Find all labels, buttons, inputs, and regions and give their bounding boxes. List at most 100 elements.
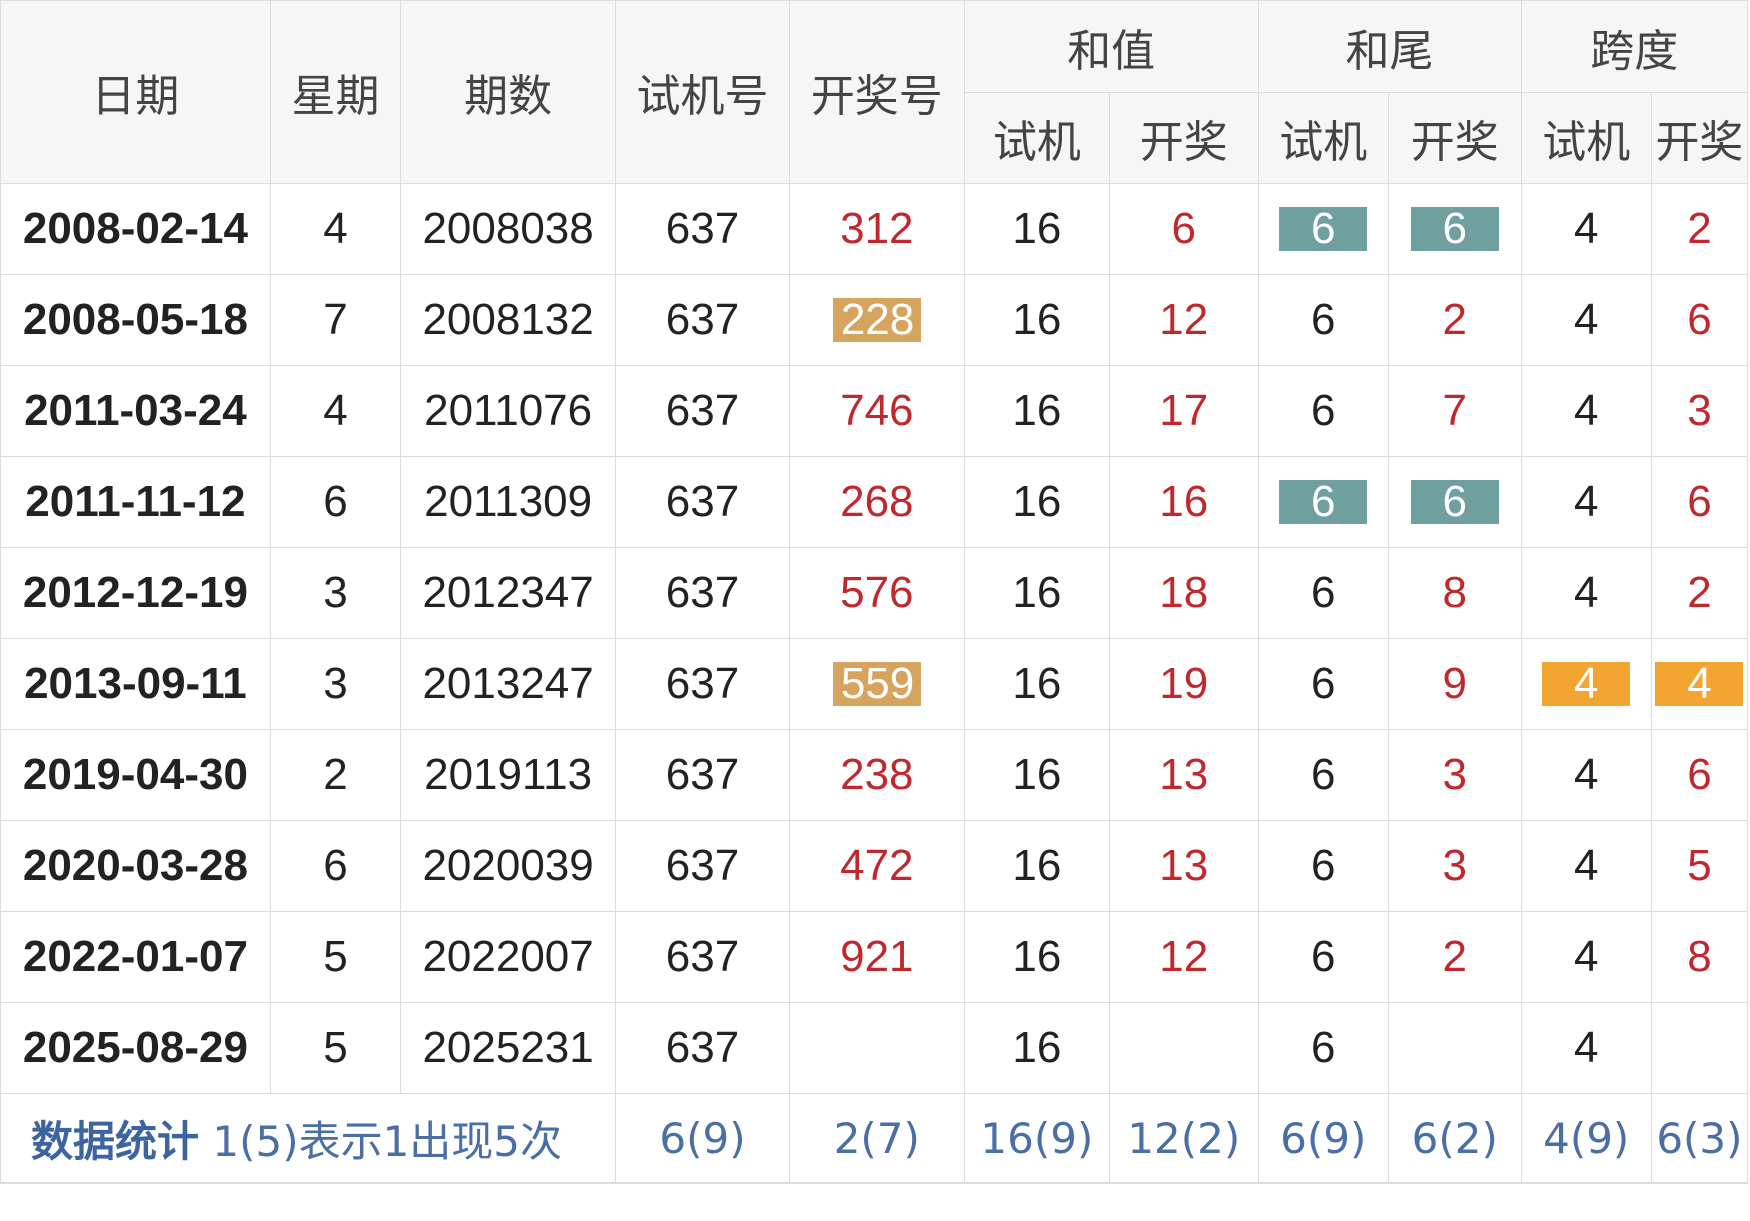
cell-tail-trial: 6 — [1257, 729, 1389, 821]
stats-tail-draw: 6(2) — [1387, 1093, 1522, 1184]
cell-sum-draw: 13 — [1108, 729, 1259, 821]
cell-span-trial: 4 — [1520, 820, 1652, 912]
cell-sum-trial: 16 — [963, 820, 1110, 912]
cell-issue: 2019113 — [400, 729, 617, 821]
cell-trial: 637 — [615, 729, 790, 821]
cell-tail-draw: 9 — [1387, 638, 1522, 730]
cell-draw: 921 — [788, 911, 965, 1003]
match-badge: 6 — [1410, 480, 1499, 524]
cell-draw: 238 — [788, 729, 965, 821]
stats-title: 数据统计 — [31, 1116, 200, 1166]
cell-tail-trial: 6 — [1257, 456, 1389, 548]
cell-tail-draw: 3 — [1387, 729, 1522, 821]
header-trial-number[interactable]: 试机号 — [615, 0, 790, 184]
header-issue[interactable]: 期数 — [400, 0, 617, 184]
cell-trial: 637 — [615, 456, 790, 548]
table-header: 日期 星期 期数 试机号 开奖号 和值 和尾 跨度 试机 开奖 试机 开奖 试机… — [0, 0, 1749, 184]
cell-span-draw: 3 — [1650, 365, 1749, 457]
cell-weekday: 3 — [269, 638, 402, 730]
cell-sum-trial: 16 — [963, 365, 1110, 457]
cell-span-trial: 4 — [1520, 183, 1652, 275]
cell-tail-trial: 6 — [1257, 547, 1389, 639]
table-row: 2008-02-14 4 2008038 637 312 16 6 6 6 4 … — [0, 183, 1749, 275]
header-span-trial[interactable]: 试机 — [1520, 92, 1652, 184]
stats-tail-trial: 6(9) — [1257, 1093, 1389, 1184]
cell-span-trial: 4 — [1520, 911, 1652, 1003]
cell-tail-draw: 7 — [1387, 365, 1522, 457]
cell-weekday: 6 — [269, 456, 402, 548]
highlight-badge: 559 — [832, 662, 921, 706]
header-sum-draw[interactable]: 开奖 — [1108, 92, 1259, 184]
cell-weekday: 5 — [269, 911, 402, 1003]
cell-draw: 472 — [788, 820, 965, 912]
cell-trial: 637 — [615, 547, 790, 639]
cell-span-trial: 4 — [1520, 365, 1652, 457]
cell-tail-draw: 2 — [1387, 274, 1522, 366]
cell-span-draw: 8 — [1650, 911, 1749, 1003]
cell-sum-draw: 19 — [1108, 638, 1259, 730]
stats-span-trial: 4(9) — [1520, 1093, 1652, 1184]
cell-span-trial: 4 — [1520, 456, 1652, 548]
cell-date: 2019-04-30 — [0, 729, 271, 821]
cell-draw: 746 — [788, 365, 965, 457]
cell-sum-trial: 16 — [963, 638, 1110, 730]
header-span-draw[interactable]: 开奖 — [1650, 92, 1749, 184]
cell-sum-draw — [1108, 1002, 1259, 1094]
stats-sum-trial: 16(9) — [963, 1093, 1110, 1184]
header-sum: 和值 — [963, 0, 1259, 93]
cell-trial: 637 — [615, 820, 790, 912]
table-row: 2011-03-24 4 2011076 637 746 16 17 6 7 4… — [0, 365, 1749, 457]
cell-sum-draw: 12 — [1108, 911, 1259, 1003]
stats-span-draw: 6(3) — [1650, 1093, 1749, 1184]
cell-issue: 2012347 — [400, 547, 617, 639]
cell-draw — [788, 1002, 965, 1094]
cell-draw: 228 — [788, 274, 965, 366]
table-row: 2022-01-07 5 2022007 637 921 16 12 6 2 4… — [0, 911, 1749, 1003]
cell-trial: 637 — [615, 638, 790, 730]
header-span: 跨度 — [1520, 0, 1749, 93]
cell-sum-trial: 16 — [963, 547, 1110, 639]
cell-tail-draw: 6 — [1387, 456, 1522, 548]
cell-trial: 637 — [615, 274, 790, 366]
cell-tail-trial: 6 — [1257, 638, 1389, 730]
match-badge: 6 — [1410, 207, 1499, 251]
cell-sum-draw: 6 — [1108, 183, 1259, 275]
header-sum-tail: 和尾 — [1257, 0, 1522, 93]
cell-date: 2022-01-07 — [0, 911, 271, 1003]
table-row: 2020-03-28 6 2020039 637 472 16 13 6 3 4… — [0, 820, 1749, 912]
header-weekday[interactable]: 星期 — [269, 0, 402, 184]
cell-draw: 268 — [788, 456, 965, 548]
cell-tail-trial: 6 — [1257, 183, 1389, 275]
cell-span-draw: 6 — [1650, 274, 1749, 366]
header-tail-trial[interactable]: 试机 — [1257, 92, 1389, 184]
stats-note: 1(5)表示1出现5次 — [212, 1116, 563, 1166]
table-row: 2025-08-29 5 2025231 637 16 6 4 — [0, 1002, 1749, 1094]
cell-trial: 637 — [615, 1002, 790, 1094]
header-draw-number[interactable]: 开奖号 — [788, 0, 965, 184]
header-tail-draw[interactable]: 开奖 — [1387, 92, 1522, 184]
cell-draw: 312 — [788, 183, 965, 275]
cell-sum-draw: 18 — [1108, 547, 1259, 639]
cell-weekday: 2 — [269, 729, 402, 821]
cell-trial: 637 — [615, 365, 790, 457]
cell-trial: 637 — [615, 183, 790, 275]
cell-span-trial: 4 — [1520, 274, 1652, 366]
cell-span-draw: 2 — [1650, 547, 1749, 639]
cell-tail-draw — [1387, 1002, 1522, 1094]
cell-date: 2025-08-29 — [0, 1002, 271, 1094]
cell-span-draw: 5 — [1650, 820, 1749, 912]
cell-date: 2012-12-19 — [0, 547, 271, 639]
cell-sum-draw: 17 — [1108, 365, 1259, 457]
highlight-badge: 228 — [832, 298, 921, 342]
lottery-history-table: 日期 星期 期数 试机号 开奖号 和值 和尾 跨度 试机 开奖 试机 开奖 试机… — [0, 0, 1749, 1184]
cell-weekday: 7 — [269, 274, 402, 366]
header-date[interactable]: 日期 — [0, 0, 271, 184]
cell-weekday: 4 — [269, 183, 402, 275]
cell-issue: 2013247 — [400, 638, 617, 730]
stats-row: 数据统计 1(5)表示1出现5次 6(9) 2(7) 16(9) 12(2) 6… — [0, 1093, 1749, 1184]
cell-tail-draw: 8 — [1387, 547, 1522, 639]
header-sum-trial[interactable]: 试机 — [963, 92, 1110, 184]
cell-trial: 637 — [615, 911, 790, 1003]
table-row: 2013-09-11 3 2013247 637 559 16 19 6 9 4… — [0, 638, 1749, 730]
cell-weekday: 4 — [269, 365, 402, 457]
